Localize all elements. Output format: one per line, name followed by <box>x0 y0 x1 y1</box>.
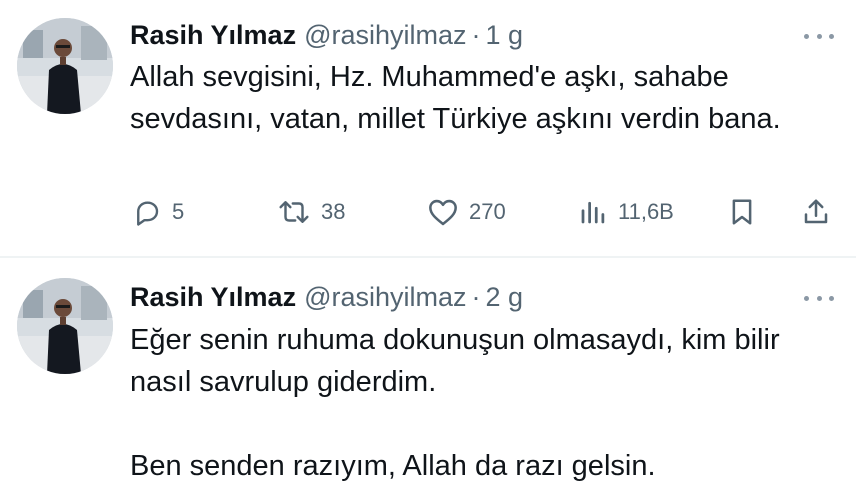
author-name[interactable]: Rasih Yılmaz <box>130 280 296 314</box>
bookmark-icon <box>732 199 752 225</box>
retweet-count: 38 <box>321 199 346 224</box>
tweet-text: Eğer senin ruhuma dokunuşun olmasaydı, k… <box>130 319 830 487</box>
timestamp[interactable]: 2 g <box>486 280 524 314</box>
share-button[interactable] <box>801 192 831 232</box>
tweet-paragraph: Ben senden razıyım, Allah da razı gelsin… <box>130 450 656 482</box>
avatar-photo <box>17 278 113 374</box>
author-name[interactable]: Rasih Yılmaz <box>130 18 296 52</box>
author-handle[interactable]: @rasihyilmaz <box>304 280 466 314</box>
view-count: 11,6B <box>618 199 674 224</box>
retweet-icon <box>279 201 309 223</box>
bookmark-button[interactable] <box>727 192 757 232</box>
more-dots-icon[interactable] <box>804 292 834 304</box>
tweet-text: Allah sevgisini, Hz. Muhammed'e aşkı, sa… <box>130 56 830 140</box>
like-button[interactable]: 270 <box>427 192 506 232</box>
reply-icon <box>137 201 159 226</box>
avatar[interactable] <box>17 278 113 374</box>
more-dots-icon[interactable] <box>804 30 834 42</box>
action-bar: 5 38 270 11,6B <box>0 192 856 232</box>
tweet-1[interactable]: Rasih Yılmaz @rasihyilmaz · 1 g Allah se… <box>0 0 856 257</box>
timestamp[interactable]: 1 g <box>486 18 524 52</box>
reply-button[interactable]: 5 <box>132 192 184 232</box>
tweet-header: Rasih Yılmaz @rasihyilmaz · 1 g <box>130 18 523 52</box>
retweet-button[interactable]: 38 <box>277 192 345 232</box>
reply-count: 5 <box>172 199 185 224</box>
separator-dot: · <box>471 20 481 50</box>
tweet-header: Rasih Yılmaz @rasihyilmaz · 2 g <box>130 280 523 314</box>
separator-dot: · <box>471 282 481 312</box>
tweet-paragraph: Allah sevgisini, Hz. Muhammed'e aşkı, sa… <box>130 61 781 135</box>
like-count: 270 <box>469 199 506 224</box>
avatar[interactable] <box>17 18 113 114</box>
views-button[interactable]: 11,6B <box>578 192 674 232</box>
share-icon <box>804 199 828 224</box>
tweet-paragraph: Eğer senin ruhuma dokunuşun olmasaydı, k… <box>130 324 780 398</box>
avatar-photo <box>17 18 113 114</box>
heart-icon <box>429 199 457 226</box>
author-handle[interactable]: @rasihyilmaz <box>304 18 466 52</box>
views-chart-icon <box>581 201 605 224</box>
